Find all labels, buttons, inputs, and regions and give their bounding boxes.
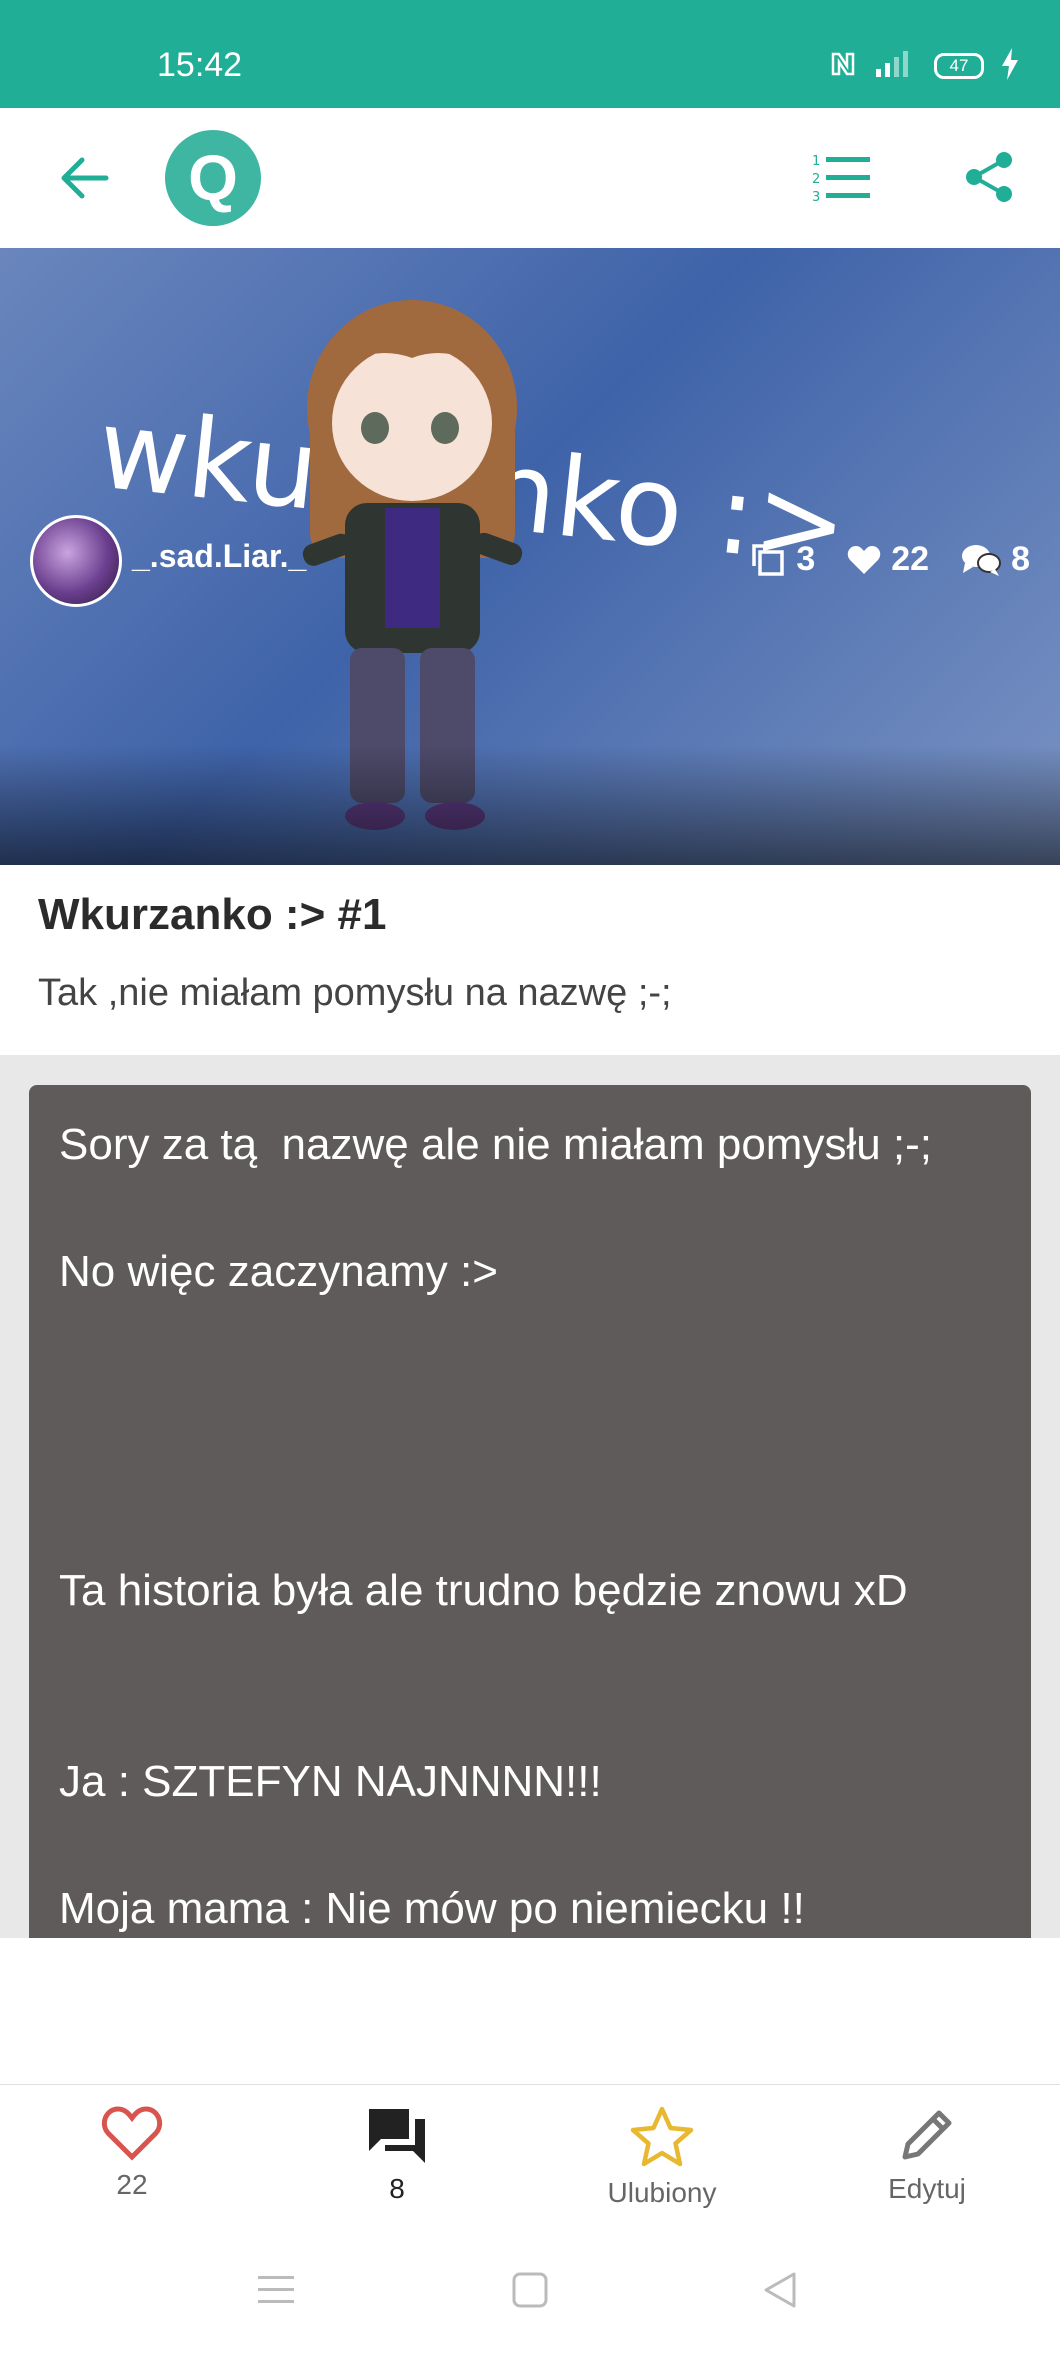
app-bar: Q 1 2 3 [0, 108, 1060, 249]
parts-icon [752, 543, 785, 576]
story-title: Wkurzanko :> #1 [38, 890, 387, 939]
story-stats: 3 22 8 [730, 540, 1030, 579]
share-button[interactable] [958, 146, 1020, 208]
status-time: 15:42 [157, 46, 243, 84]
battery-icon: 47 [934, 53, 984, 79]
cover-shade [0, 745, 1060, 865]
like-count: 22 [116, 2169, 148, 2200]
comment-count: 8 [389, 2173, 405, 2204]
square-icon [512, 2272, 548, 2308]
heart-outline-icon [101, 2106, 163, 2161]
story-description: Tak ,nie miałam pomysłu na nazwę ;-; [38, 972, 672, 1014]
back-button[interactable] [50, 148, 116, 208]
forum-icon [369, 2109, 425, 2163]
share-icon [966, 152, 1012, 202]
parts-count: 3 [796, 540, 816, 578]
comments-count: 8 [1011, 540, 1030, 578]
svg-text:2: 2 [812, 172, 820, 187]
status-bar: 15:42 47 [0, 0, 1060, 108]
comments-button[interactable]: 8 [297, 2105, 497, 2205]
heart-icon [848, 545, 881, 574]
svg-text:1: 1 [812, 154, 820, 169]
story-content-card[interactable]: Sory za tą nazwę ale nie miałam pomysłu … [29, 1085, 1031, 1938]
system-nav-bar [0, 2234, 1060, 2355]
content-line: Sory za tą nazwę ale nie miałam pomysłu … [59, 1120, 933, 1169]
menu-icon [258, 2276, 294, 2303]
nfc-icon [830, 50, 856, 82]
comments-stat: 8 [961, 540, 1030, 579]
likes-count: 22 [891, 540, 930, 578]
content-line: No więc zaczynamy :> [59, 1247, 498, 1296]
table-of-contents-button[interactable]: 1 2 3 [808, 146, 878, 210]
content-line: Moja mama : Nie mów po niemiecku !! [59, 1884, 805, 1933]
app-logo[interactable]: Q [165, 130, 261, 226]
favorite-button[interactable]: Ulubiony [562, 2105, 762, 2209]
status-icons: 47 [830, 48, 1020, 84]
author-name[interactable]: _.sad.Liar._ [132, 538, 306, 575]
favorite-label: Ulubiony [607, 2177, 717, 2208]
list-numbered-icon: 1 2 3 [812, 154, 870, 205]
content-line: Ja : SZTEFYN NAJNNNN!!! [59, 1757, 602, 1806]
pencil-icon [902, 2110, 952, 2160]
parts-stat: 3 [750, 540, 815, 579]
comments-icon [962, 544, 1002, 576]
star-outline-icon [630, 2106, 694, 2167]
charging-icon [1000, 48, 1020, 84]
content-line: Ta historia była ale trudno będzie znowu… [59, 1566, 908, 1615]
like-button[interactable]: 22 [32, 2105, 232, 2201]
edit-button[interactable]: Edytuj [827, 2105, 1027, 2205]
back-nav-button[interactable] [760, 2270, 800, 2310]
arrow-left-icon [61, 157, 109, 199]
likes-stat: 22 [847, 540, 929, 579]
home-nav-button[interactable] [510, 2270, 550, 2310]
author-avatar[interactable] [30, 515, 122, 607]
svg-text:3: 3 [812, 190, 820, 205]
bottom-action-bar: 22 8 Ulubiony Edytuj [0, 2084, 1060, 2235]
signal-icon [872, 49, 918, 83]
edit-label: Edytuj [888, 2173, 966, 2204]
triangle-back-icon [764, 2272, 796, 2308]
menu-nav-button[interactable] [256, 2270, 296, 2310]
